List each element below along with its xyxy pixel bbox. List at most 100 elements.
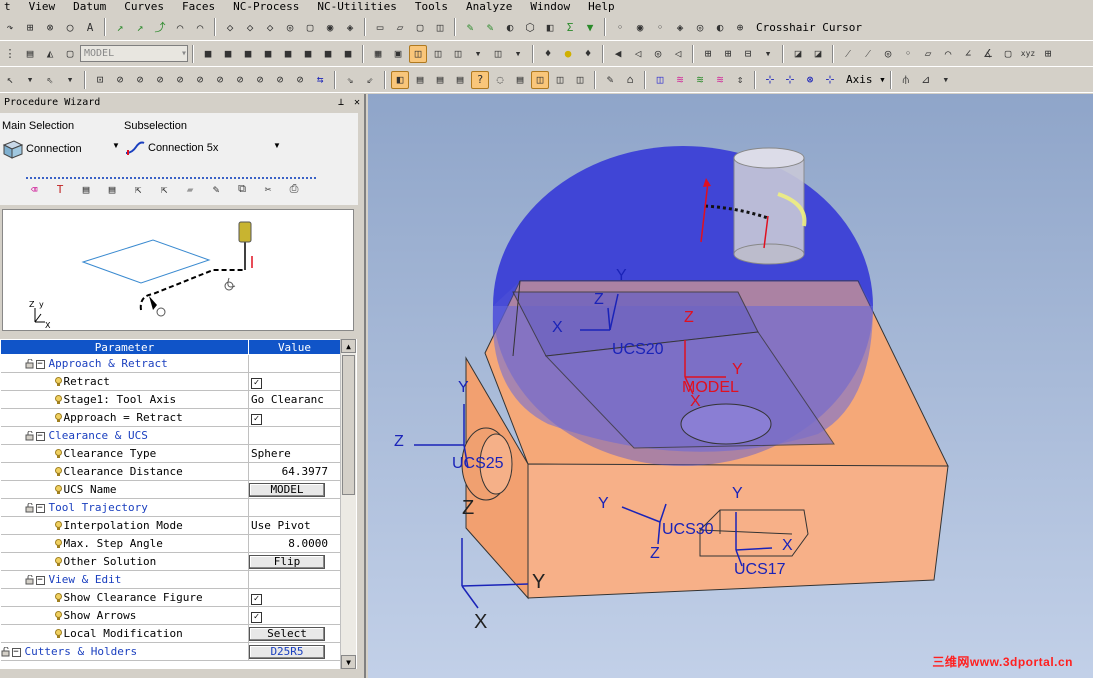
- chevron-down-icon[interactable]: ▼: [112, 141, 120, 150]
- value-cell[interactable]: ✓: [248, 606, 341, 625]
- export-icon[interactable]: ⇱: [130, 181, 146, 197]
- text-tool-icon[interactable]: A: [81, 18, 99, 36]
- tool-icon[interactable]: ◉: [631, 18, 649, 36]
- checkbox[interactable]: ✓: [251, 377, 262, 389]
- parameter-row[interactable]: − Cutters & Holders D25R5: [0, 642, 341, 661]
- value-cell[interactable]: Select: [248, 624, 341, 643]
- nc-icon[interactable]: ◌: [491, 71, 509, 89]
- sketch-icon[interactable]: ▱: [919, 45, 937, 63]
- value-cell[interactable]: [248, 498, 341, 517]
- collapse-icon[interactable]: −: [35, 431, 45, 441]
- toolbar-button[interactable]: ↷: [1, 18, 19, 36]
- tool-icon[interactable]: ⊞: [699, 45, 717, 63]
- tool-icon[interactable]: ▾: [937, 71, 955, 89]
- sketch-icon[interactable]: ◎: [879, 45, 897, 63]
- axis-dropdown[interactable]: Axis ▾: [846, 73, 886, 86]
- analyze-icon[interactable]: Σ: [561, 18, 579, 36]
- nc-icon[interactable]: ⊘: [271, 71, 289, 89]
- parameter-row[interactable]: Max. Step Angle 8.0000: [0, 534, 341, 553]
- nc-icon-active[interactable]: ◫: [531, 70, 549, 89]
- parameter-column-header[interactable]: Parameter: [0, 339, 249, 355]
- toolbar-button[interactable]: ◯: [61, 18, 79, 36]
- parameter-row[interactable]: Clearance Type Sphere: [0, 444, 341, 463]
- parameter-row[interactable]: − Clearance & UCS: [0, 426, 341, 445]
- export-icon[interactable]: ⇱: [156, 181, 172, 197]
- tool-icon[interactable]: ◦: [651, 18, 669, 36]
- nc-icon[interactable]: ◫: [551, 71, 569, 89]
- nc-tool-icon[interactable]: ◫: [431, 18, 449, 36]
- face-tool-icon[interactable]: ◎: [281, 18, 299, 36]
- scroll-up-arrow[interactable]: ▲: [341, 339, 356, 353]
- face-tool-icon[interactable]: ◇: [261, 18, 279, 36]
- pin-icon[interactable]: ⊥: [338, 97, 344, 108]
- tool-icon[interactable]: ⊞: [719, 45, 737, 63]
- ucs-icon[interactable]: ⊛: [801, 71, 819, 89]
- menu-item[interactable]: Window: [530, 0, 570, 13]
- ucs-icon[interactable]: ⊹: [821, 71, 839, 89]
- value-column-header[interactable]: Value: [248, 339, 341, 355]
- value-cell[interactable]: ✓: [248, 588, 341, 607]
- menu-item[interactable]: t: [4, 0, 11, 13]
- value-cell[interactable]: Go Clearanc: [248, 390, 341, 409]
- view-cube-icon[interactable]: ■: [259, 45, 277, 63]
- menu-item[interactable]: NC-Utilities: [317, 0, 396, 13]
- tool-icon[interactable]: ⫛: [897, 71, 915, 89]
- tool-icon[interactable]: ▾: [759, 45, 777, 63]
- nc-icon[interactable]: ⇘: [341, 71, 359, 89]
- sketch-icon[interactable]: ⁄: [859, 45, 877, 63]
- tool-icon[interactable]: ◪: [789, 45, 807, 63]
- view-cube-icon[interactable]: ■: [239, 45, 257, 63]
- tool-icon[interactable]: ◦: [611, 18, 629, 36]
- sketch-icon[interactable]: ⁄: [839, 45, 857, 63]
- close-icon[interactable]: ✕: [354, 97, 360, 108]
- ucs-icon[interactable]: ⊹: [781, 71, 799, 89]
- parameter-row[interactable]: Clearance Distance 64.3977: [0, 462, 341, 481]
- nc-icon[interactable]: ⊘: [251, 71, 269, 89]
- nc-tool-icon[interactable]: ▭: [371, 18, 389, 36]
- nc-icon[interactable]: ⇕: [731, 71, 749, 89]
- value-cell[interactable]: 64.3977: [248, 462, 341, 481]
- value-cell[interactable]: [248, 570, 341, 589]
- face-tool-icon[interactable]: ◇: [221, 18, 239, 36]
- sketch-icon[interactable]: ∡: [979, 45, 997, 63]
- parameter-row[interactable]: Show Arrows ✓: [0, 606, 341, 625]
- tool-icon[interactable]: ⊟: [739, 45, 757, 63]
- parameter-row[interactable]: − Approach & Retract: [0, 354, 341, 373]
- checkbox[interactable]: ✓: [251, 413, 262, 425]
- value-cell[interactable]: ✓: [248, 372, 341, 391]
- model-combo[interactable]: MODEL ▾: [80, 45, 188, 62]
- eraser-icon[interactable]: ⌫: [26, 181, 42, 197]
- parameter-row[interactable]: Interpolation Mode Use Pivot: [0, 516, 341, 535]
- curve-tool-icon[interactable]: ⌒: [171, 18, 189, 36]
- collapse-icon[interactable]: −: [11, 647, 21, 657]
- menu-item[interactable]: Help: [588, 0, 615, 13]
- tool-icon[interactable]: ◁: [669, 45, 687, 63]
- sketch-icon[interactable]: ▢: [999, 45, 1017, 63]
- view-cube-icon[interactable]: ■: [319, 45, 337, 63]
- vertical-scrollbar[interactable]: ▲ ▼: [340, 339, 356, 669]
- render-icon[interactable]: ◫: [449, 45, 467, 63]
- table-icon[interactable]: ▤: [78, 181, 94, 197]
- arrow-left-icon[interactable]: ◀: [609, 45, 627, 63]
- parameter-row[interactable]: Other Solution Flip: [0, 552, 341, 571]
- nc-icon[interactable]: ⊘: [191, 71, 209, 89]
- checkbox[interactable]: ✓: [251, 611, 262, 623]
- checkbox[interactable]: ✓: [251, 593, 262, 605]
- nc-icon[interactable]: ⌂: [621, 71, 639, 89]
- face-tool-icon[interactable]: ▢: [301, 18, 319, 36]
- sketch-icon[interactable]: ∠: [959, 45, 977, 63]
- crosshair-cursor-label[interactable]: Crosshair Cursor: [756, 21, 862, 34]
- tool-icon[interactable]: ◐: [711, 18, 729, 36]
- light-bulb-icon[interactable]: ♦: [579, 45, 597, 63]
- nc-icon[interactable]: ⊘: [131, 71, 149, 89]
- xyz-icon[interactable]: xyz: [1019, 45, 1037, 63]
- ucs-icon[interactable]: ⊹: [761, 71, 779, 89]
- render-icon[interactable]: ▦: [369, 45, 387, 63]
- nc-icon[interactable]: ≋: [671, 71, 689, 89]
- nc-icon[interactable]: ≋: [691, 71, 709, 89]
- menu-item[interactable]: Analyze: [466, 0, 512, 13]
- value-cell[interactable]: Sphere: [248, 444, 341, 463]
- nc-icon[interactable]: ⊘: [151, 71, 169, 89]
- tool-icon[interactable]: ↖: [1, 71, 19, 89]
- value-button[interactable]: MODEL: [249, 482, 325, 497]
